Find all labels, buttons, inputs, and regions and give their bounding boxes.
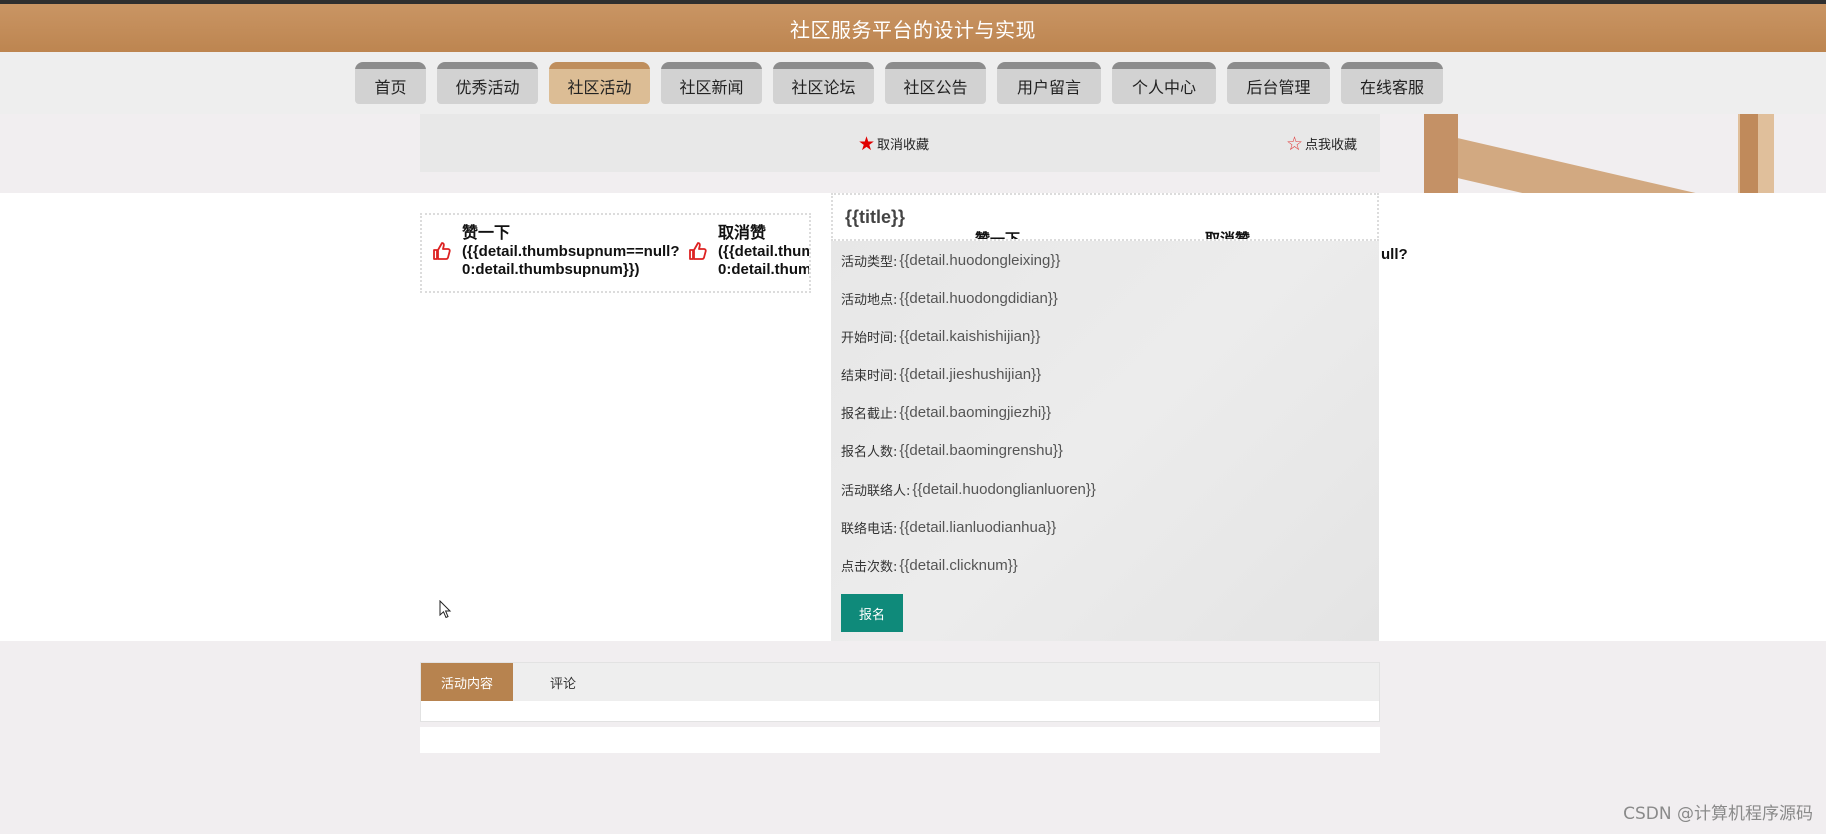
detail-row: 开始时间: {{detail.kaishishijian}} [841, 327, 1041, 346]
detail-title: {{title}} [845, 207, 906, 227]
nav-item-user-messages[interactable]: 用户留言 [997, 62, 1101, 104]
nav-strip: 首页 优秀活动 社区活动 社区新闻 社区论坛 社区公告 用户留言 个人中心 后台… [0, 52, 1826, 114]
content-block [420, 727, 1380, 753]
tab-bar: 活动内容 评论 [421, 663, 1379, 701]
overflow-text-tail: ull? [1381, 246, 1408, 263]
like-label: 赞一下 [462, 225, 511, 242]
collect-bar: ★ 取消收藏 ☆ 点我收藏 [420, 114, 1380, 172]
thumbs-box: 赞一下 ({{detail.thumbsupnum==null? 0:detai… [420, 213, 811, 293]
detail-row: 报名人数: {{detail.baomingrenshu}} [841, 441, 1063, 460]
detail-row: 活动类型: {{detail.huodongleixing}} [841, 251, 1061, 270]
nav-item-online-service[interactable]: 在线客服 [1341, 62, 1443, 104]
nav-item-community-news[interactable]: 社区新闻 [661, 62, 762, 104]
detail-title-box: {{title}} 赞一下 取消赞 [831, 193, 1379, 241]
banner-decoration [1420, 114, 1780, 193]
detail-row: 点击次数: {{detail.clicknum}} [841, 556, 1018, 575]
tab-activity-content[interactable]: 活动内容 [421, 663, 513, 701]
detail-row: 报名截止: {{detail.baomingjiezhi}} [841, 403, 1052, 422]
like-button[interactable]: 赞一下 ({{detail.thumbsupnum==null? 0:detai… [432, 225, 680, 279]
star-filled-icon: ★ [858, 132, 876, 155]
detail-row: 活动联络人: {{detail.huodonglianluoren}} [841, 480, 1096, 499]
like-count-line1: ({{detail.thumbsupnum==null? [462, 243, 680, 260]
overflow-cancel-like-label: 取消赞 [1205, 231, 1251, 241]
site-title: 社区服务平台的设计与实现 [790, 17, 1036, 42]
detail-row: 联络电话: {{detail.lianluodianhua}} [841, 518, 1057, 537]
like-count-line2: 0:detail.thumbsupnum}}) [462, 261, 640, 278]
detail-row: 活动地点: {{detail.huodongdidian}} [841, 289, 1058, 308]
detail-panel: 活动类型: {{detail.huodongleixing}} 活动地点: {{de… [831, 241, 1379, 641]
nav-item-community-activities[interactable]: 社区活动 [549, 62, 650, 104]
signup-button[interactable]: 报名 [841, 594, 903, 632]
tabs-area: 活动内容 评论 [420, 662, 1380, 722]
detail-row: 结束时间: {{detail.jieshushijian}} [841, 365, 1042, 384]
main-nav: 首页 优秀活动 社区活动 社区新闻 社区论坛 社区公告 用户留言 个人中心 后台… [355, 62, 1454, 104]
cancel-collect-button[interactable]: ★ 取消收藏 [858, 134, 929, 153]
add-collect-label: 点我收藏 [1305, 138, 1358, 153]
thumbs-up-icon [689, 242, 707, 260]
watermark: CSDN @计算机程序源码 [1623, 804, 1813, 824]
add-collect-button[interactable]: ☆ 点我收藏 [1286, 134, 1357, 153]
star-outline-icon: ☆ [1286, 132, 1304, 155]
thumbs-up-icon [433, 242, 451, 260]
cancel-like-button[interactable]: 取消赞 ({{detail.thumbs 0:detail.thumbs [688, 225, 811, 279]
nav-item-personal-center[interactable]: 个人中心 [1112, 62, 1216, 104]
mouse-cursor-icon [439, 600, 452, 619]
tab-content-panel [421, 701, 1379, 721]
tab-comments[interactable]: 评论 [513, 663, 613, 701]
cancel-like-label: 取消赞 [718, 225, 767, 242]
overflow-like-label: 赞一下 [975, 231, 1021, 241]
cancel-like-count-line1: ({{detail.thumbs [718, 243, 809, 260]
nav-item-community-forum[interactable]: 社区论坛 [773, 62, 874, 104]
cancel-collect-label: 取消收藏 [877, 138, 930, 153]
nav-item-community-notices[interactable]: 社区公告 [885, 62, 986, 104]
nav-item-home[interactable]: 首页 [355, 62, 426, 104]
nav-item-admin[interactable]: 后台管理 [1227, 62, 1330, 104]
cancel-like-count-line2: 0:detail.thumbs [718, 261, 811, 278]
nav-item-excellent-activities[interactable]: 优秀活动 [437, 62, 538, 104]
site-header: 社区服务平台的设计与实现 [0, 4, 1826, 52]
